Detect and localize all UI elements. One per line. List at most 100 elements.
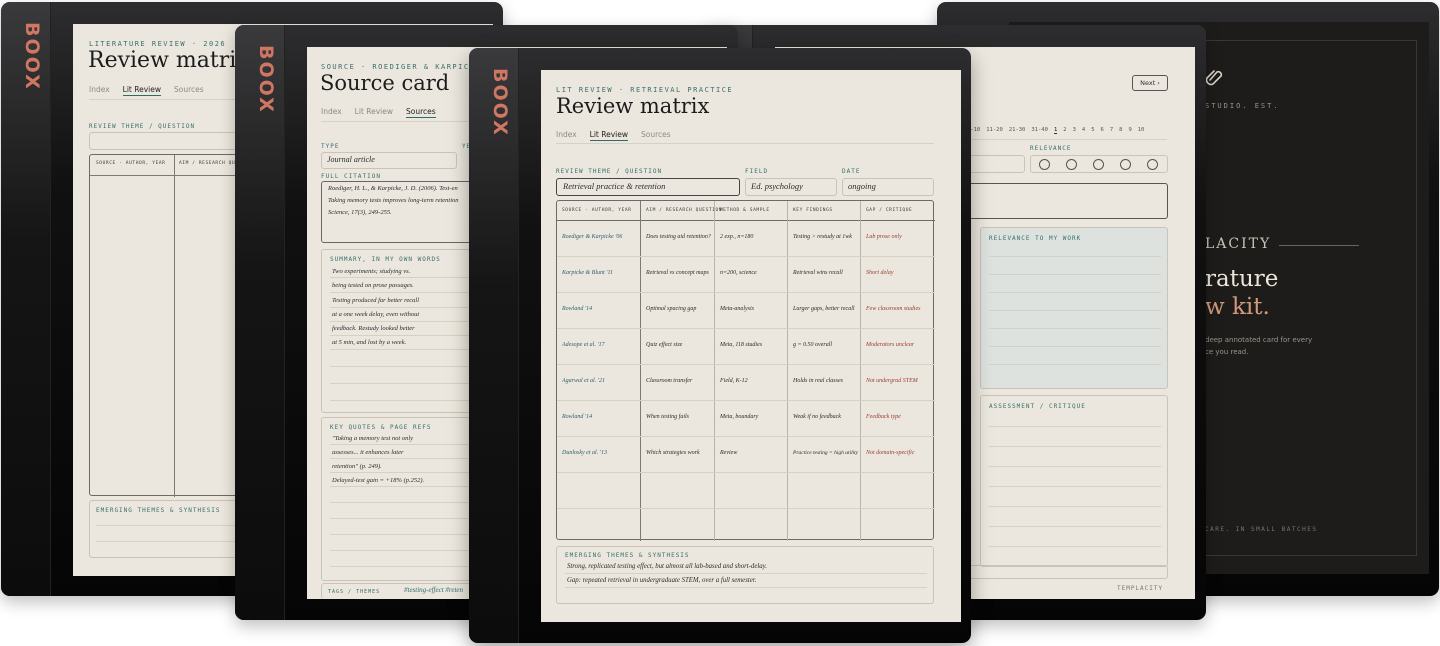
date-label: DATE <box>842 168 861 175</box>
pager-range[interactable]: 21-30 <box>1009 127 1026 134</box>
footer-brand: TEMPLACITY <box>1117 585 1164 592</box>
tags-label: TAGS / THEMES <box>328 589 381 595</box>
citation-box <box>967 183 1168 219</box>
table-cell: Retrieval wins recall <box>793 270 843 276</box>
pager-page[interactable]: 5 <box>1091 127 1094 134</box>
pager-page[interactable]: 4 <box>1082 127 1085 134</box>
field-input[interactable]: Ed. psychology <box>745 178 837 196</box>
synthesis-box: EMERGING THEMES & SYNTHESIS Strong, repl… <box>556 546 934 604</box>
pager-page[interactable]: 7 <box>1110 127 1113 134</box>
type-label: TYPE <box>321 143 340 150</box>
table-cell: Dunlosky et al. '13 <box>562 450 607 456</box>
table-cell: Retrieval vs concept maps <box>646 270 709 276</box>
table-cell: Meta-analysis <box>720 306 754 312</box>
cover-body-1: deep annotated card for every <box>1205 336 1313 344</box>
col-aim: AIM / RESEARCH QUESTION <box>646 208 723 213</box>
boox-logo: BOOX <box>489 68 511 137</box>
pager-page[interactable]: 3 <box>1073 127 1076 134</box>
tab-lit-review[interactable]: Lit Review <box>589 130 629 141</box>
pager-page[interactable]: 6 <box>1101 127 1104 134</box>
assessment-box: ASSESSMENT / CRITIQUE <box>980 395 1168 567</box>
tab-index[interactable]: Index <box>89 85 110 96</box>
tab-sources[interactable]: Sources <box>641 130 671 141</box>
assessment-label: ASSESSMENT / CRITIQUE <box>989 403 1086 410</box>
table-cell: Moderators unclear <box>866 342 915 348</box>
field-label: FIELD <box>745 168 769 175</box>
table-cell: Larger gaps, better recall <box>793 306 855 312</box>
table-cell: Meta, boundary <box>720 414 759 420</box>
tab-lit-review[interactable]: Lit Review <box>355 107 393 118</box>
table-cell: Does testing aid retention? <box>646 234 711 240</box>
table-cell: Meta, 118 studies <box>720 342 763 348</box>
relevance-label: RELEVANCE <box>1030 145 1072 152</box>
table-cell: Lab prose only <box>866 234 902 240</box>
table-cell: Optimal spacing gap <box>646 306 697 312</box>
tab-bar: Index Lit Review Sources <box>89 85 204 96</box>
table-cell: Roediger & Karpicke '06 <box>562 234 623 240</box>
table-cell: Field, K-12 <box>720 378 748 384</box>
rating-circle[interactable] <box>1066 159 1077 170</box>
boox-logo: BOOX <box>255 45 277 114</box>
table-cell: Feedback type <box>866 414 901 420</box>
citation-label: FULL CITATION <box>321 173 381 180</box>
relevance-rating[interactable] <box>1030 155 1168 173</box>
table-cell: Not undergrad STEM <box>866 378 918 384</box>
table-cell: g = 0.50 overall <box>793 342 833 348</box>
page-title: Review matrix <box>556 94 710 118</box>
tab-sources[interactable]: Sources <box>406 107 436 118</box>
rating-circle[interactable] <box>1039 159 1050 170</box>
date-input[interactable]: ongoing <box>842 178 934 196</box>
pager-page-current[interactable]: 1 <box>1053 127 1058 134</box>
pager-range[interactable]: 11-20 <box>986 127 1003 134</box>
tab-bar: Index Lit Review Sources <box>321 107 436 118</box>
col-gap: GAP / CRITIQUE <box>866 208 913 213</box>
table-cell: Karpicke & Blunt '11 <box>562 270 613 276</box>
cover-headline-1: rature <box>1205 266 1279 292</box>
table-cell: Agarwal et al. '21 <box>562 378 605 384</box>
rating-circle[interactable] <box>1093 159 1104 170</box>
pager-page[interactable]: 2 <box>1063 127 1066 134</box>
table-cell: Quiz effect size <box>646 342 683 348</box>
relevance-work-box: RELEVANCE TO MY WORK <box>980 227 1168 389</box>
col-findings: KEY FINDINGS <box>793 208 833 213</box>
pager-page[interactable]: 9 <box>1128 127 1131 134</box>
paperclip-icon <box>1205 66 1223 88</box>
table-cell: Which strategies work <box>646 450 700 456</box>
table-cell: Short delay <box>866 270 894 276</box>
next-button[interactable]: Next › <box>1132 75 1168 91</box>
pager-page[interactable]: 10 <box>1138 127 1145 134</box>
table-cell: Classroom transfer <box>646 378 693 384</box>
type-field[interactable]: Journal article <box>321 152 457 169</box>
brand-fragment: LACITY <box>1205 236 1272 252</box>
tab-index[interactable]: Index <box>321 107 342 118</box>
eyebrow: LITERATURE REVIEW · 2026 <box>89 40 227 48</box>
cover-headline-2: w kit. <box>1205 294 1270 320</box>
table-cell: 2 exp., n=180 <box>720 234 754 240</box>
field-box <box>967 155 1025 173</box>
rating-circle[interactable] <box>1120 159 1131 170</box>
tab-sources[interactable]: Sources <box>174 85 204 96</box>
relevance-work-label: RELEVANCE TO MY WORK <box>989 235 1082 242</box>
col-source: SOURCE · AUTHOR, YEAR <box>96 161 166 166</box>
tab-index[interactable]: Index <box>556 130 577 141</box>
table-cell: Holds in real classes <box>793 378 843 384</box>
cover-footer: CARE. IN SMALL BATCHES <box>1205 526 1318 533</box>
col-source: SOURCE · AUTHOR, YEAR <box>562 208 632 213</box>
matrix-table: SOURCE · AUTHOR, YEAR AIM / RESEARCH QUE… <box>556 200 935 541</box>
eyebrow: LIT REVIEW · RETRIEVAL PRACTICE <box>556 86 734 94</box>
pager-page[interactable]: 8 <box>1119 127 1122 134</box>
theme-label: REVIEW THEME / QUESTION <box>556 168 663 175</box>
summary-label: SUMMARY, IN MY OWN WORDS <box>330 256 441 263</box>
page-title: Review matrix <box>88 48 249 73</box>
pager: 1-10 11-20 21-30 31-40 1 2 3 4 5 6 7 8 9… <box>967 127 1144 134</box>
tab-lit-review[interactable]: Lit Review <box>122 85 162 96</box>
table-cell: Practice testing = high utility <box>793 450 859 456</box>
tags-box <box>967 565 1168 579</box>
pager-range[interactable]: 31-40 <box>1031 127 1048 134</box>
synthesis-label: EMERGING THEMES & SYNTHESIS <box>565 552 690 559</box>
cover-body-2: ce you read. <box>1205 348 1249 356</box>
center-screen: LIT REVIEW · RETRIEVAL PRACTICE Review m… <box>541 70 961 622</box>
theme-input[interactable]: Retrieval practice & retention <box>556 178 740 196</box>
rating-circle[interactable] <box>1147 159 1158 170</box>
synthesis-label: EMERGING THEMES & SYNTHESIS <box>96 507 221 514</box>
